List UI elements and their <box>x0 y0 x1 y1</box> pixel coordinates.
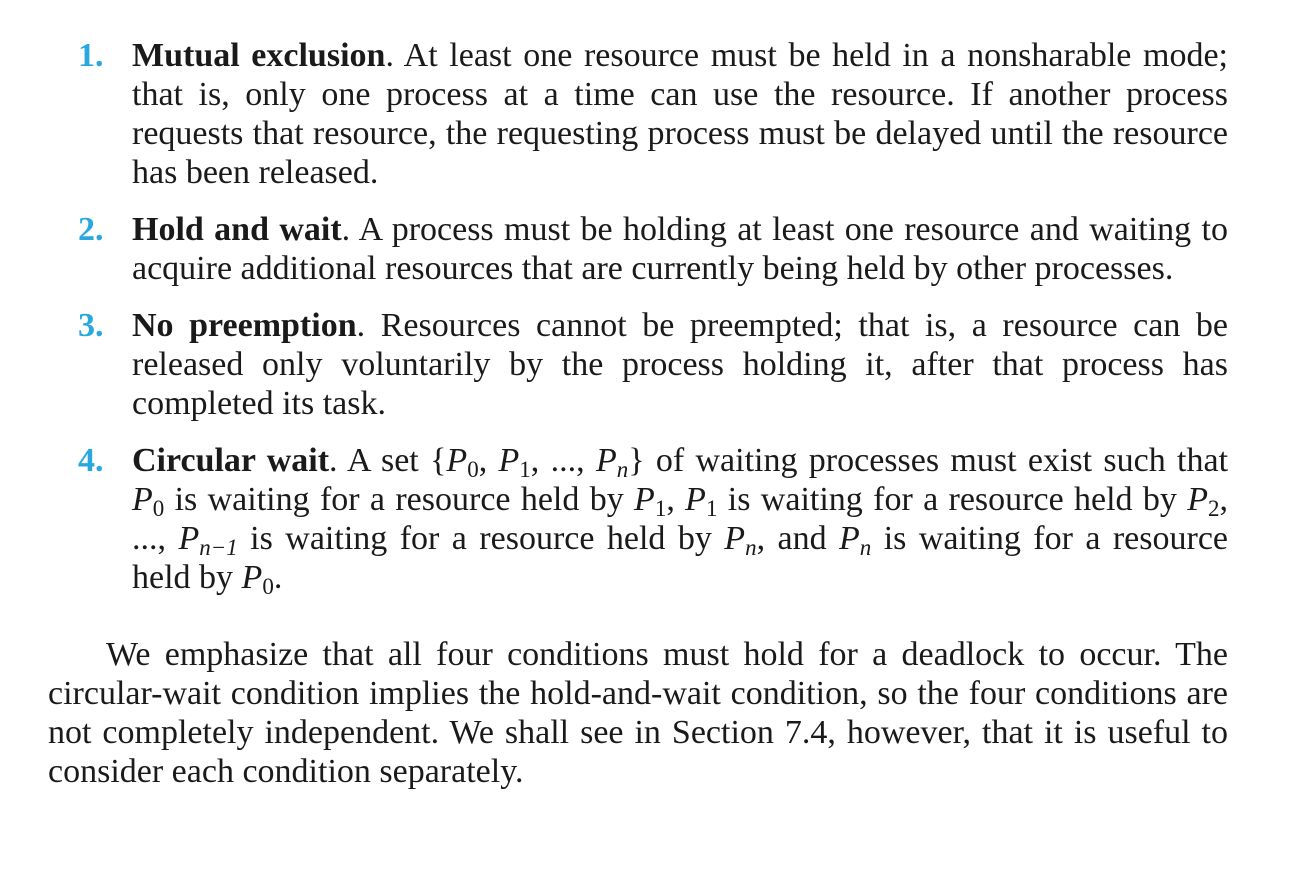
math-sub: 1 <box>519 457 531 482</box>
condition-term: Circular wait <box>132 442 330 479</box>
condition-circular-wait: 4. Circular wait. A set {P0, P1, ..., Pn}… <box>48 441 1228 599</box>
condition-mutual-exclusion: 1. Mutual exclusion. At least one resourc… <box>48 36 1228 192</box>
condition-term: Hold and wait <box>132 211 342 248</box>
math-var: P <box>241 559 263 596</box>
math-var: P <box>724 520 746 557</box>
condition-number: 1. <box>78 37 104 74</box>
deadlock-conditions-list: 1. Mutual exclusion. At least one resourc… <box>48 36 1228 599</box>
document-page: 1. Mutual exclusion. At least one resourc… <box>48 36 1228 791</box>
math-var: P <box>446 442 468 479</box>
math-var: P <box>178 520 200 557</box>
condition-hold-and-wait: 2. Hold and wait. A process must be holdi… <box>48 210 1228 288</box>
condition-no-preemption: 3. No preemption. Resources cannot be pre… <box>48 306 1228 423</box>
math-var: P <box>595 442 617 479</box>
condition-term: No preemption <box>132 307 357 344</box>
math-sub: 2 <box>1208 496 1220 521</box>
math-var: P <box>132 481 153 518</box>
condition-number: 4. <box>78 442 104 479</box>
condition-number: 3. <box>78 307 104 344</box>
math-sub: 1 <box>654 496 667 521</box>
math-sub: 0 <box>262 574 274 599</box>
math-var: P <box>839 520 860 557</box>
math-sub: n−1 <box>199 535 238 560</box>
math-var: P <box>1187 481 1208 518</box>
condition-number: 2. <box>78 211 104 248</box>
math-sub: n <box>616 457 629 482</box>
summary-paragraph: We emphasize that all four conditions mu… <box>48 636 1228 790</box>
math-var: P <box>634 481 655 518</box>
math-var: P <box>498 442 520 479</box>
math-sub: 0 <box>467 457 479 482</box>
math-sub: n <box>745 535 757 560</box>
condition-term: Mutual exclusion <box>132 37 386 74</box>
math-var: P <box>685 481 706 518</box>
math-sub: 0 <box>152 496 165 521</box>
math-sub: n <box>859 535 872 560</box>
math-sub: 1 <box>705 496 718 521</box>
